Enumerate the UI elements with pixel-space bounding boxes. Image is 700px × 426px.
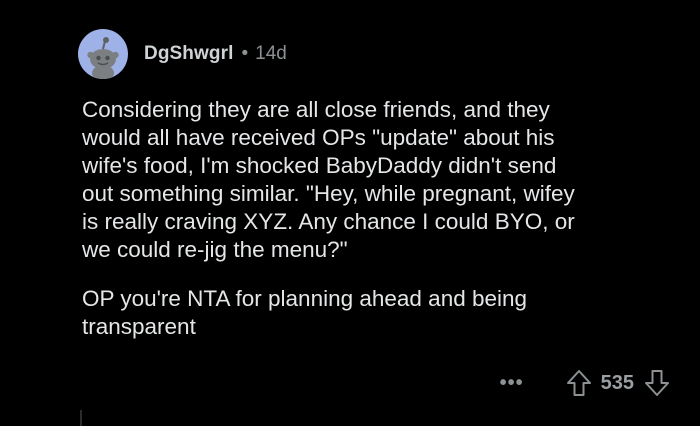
arrow-up-outline-icon [566, 370, 591, 396]
thread-line[interactable] [80, 410, 82, 426]
arrow-down-outline-icon [645, 370, 669, 396]
more-options-button[interactable]: ••• [500, 373, 524, 393]
upvote-button[interactable] [566, 369, 592, 397]
comment-age: 14d [255, 43, 287, 64]
avatar[interactable] [78, 29, 128, 79]
downvote-button[interactable] [644, 369, 670, 397]
meta-separator: • [241, 43, 249, 64]
comment-actions: ••• 535 [500, 369, 670, 397]
comment-author[interactable]: DgShwgrl [144, 43, 233, 65]
vote-score: 535 [600, 371, 634, 394]
comment: DgShwgrl • 14d Considering they are all … [0, 0, 700, 426]
snoo-avatar-icon [87, 37, 119, 79]
comment-paragraph-2: OP you're NTA for planning ahead and bei… [82, 286, 528, 339]
comment-body: Considering they are all close friends, … [82, 96, 682, 341]
comment-paragraph-1: Considering they are all close friends, … [82, 97, 575, 262]
comment-header: DgShwgrl • 14d [78, 29, 287, 79]
